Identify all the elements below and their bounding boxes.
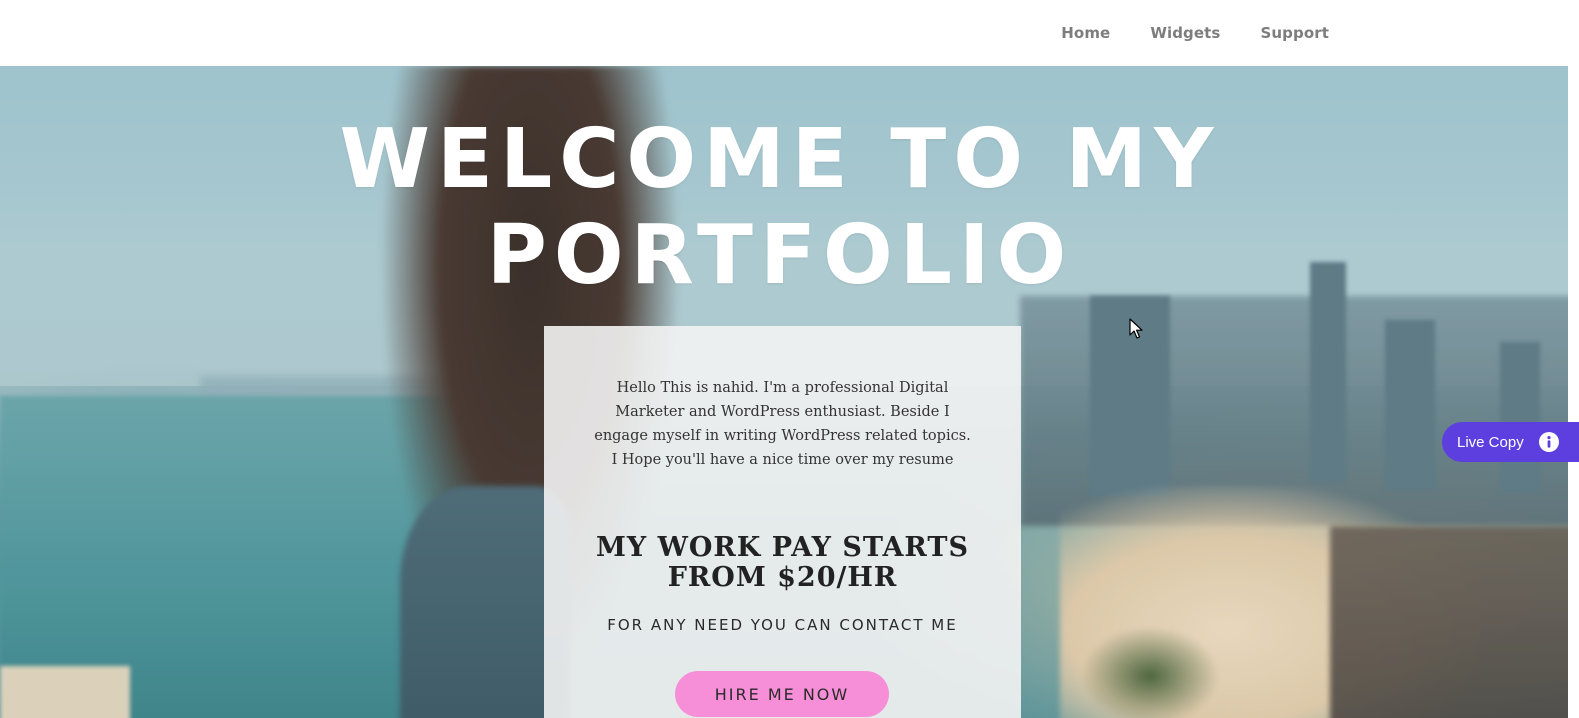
pay-heading-line-1: MY WORK PAY STARTS bbox=[596, 532, 969, 563]
hero-title: WELCOME TO MY PORTFOLIO bbox=[280, 112, 1280, 304]
pay-heading-line-2: FROM $20/HR bbox=[667, 562, 898, 593]
nav-link-support[interactable]: Support bbox=[1260, 24, 1329, 42]
hero-title-line-1: WELCOME TO MY bbox=[339, 112, 1221, 207]
hire-me-button[interactable]: HIRE ME NOW bbox=[675, 671, 889, 717]
site-header: Home Widgets Support bbox=[0, 0, 1579, 66]
info-icon[interactable] bbox=[1539, 432, 1559, 452]
intro-line: I Hope you'll have a nice time over my r… bbox=[611, 452, 954, 468]
hero-title-line-2: PORTFOLIO bbox=[486, 208, 1074, 303]
live-copy-button[interactable]: Live Copy bbox=[1442, 422, 1579, 462]
main-nav: Home Widgets Support bbox=[1061, 0, 1329, 66]
nav-link-home[interactable]: Home bbox=[1061, 24, 1110, 42]
intro-text: Hello This is nahid. I'm a professional … bbox=[584, 376, 981, 472]
intro-line: Marketer and WordPress enthusiast. Besid… bbox=[615, 404, 950, 420]
intro-card: Hello This is nahid. I'm a professional … bbox=[544, 326, 1021, 718]
contact-tagline: FOR ANY NEED YOU CAN CONTACT ME bbox=[607, 616, 958, 634]
scrollbar-track[interactable] bbox=[1568, 66, 1579, 718]
live-copy-label: Live Copy bbox=[1457, 433, 1524, 451]
mouse-cursor-icon bbox=[1129, 318, 1143, 339]
page: Home Widgets Support WELCOME TO MY PORTF… bbox=[0, 0, 1579, 718]
nav-link-widgets[interactable]: Widgets bbox=[1150, 24, 1220, 42]
intro-line: engage myself in writing WordPress relat… bbox=[594, 428, 971, 444]
pay-heading: MY WORK PAY STARTS FROM $20/HR bbox=[574, 533, 991, 593]
intro-line: Hello This is nahid. I'm a professional … bbox=[616, 380, 949, 396]
